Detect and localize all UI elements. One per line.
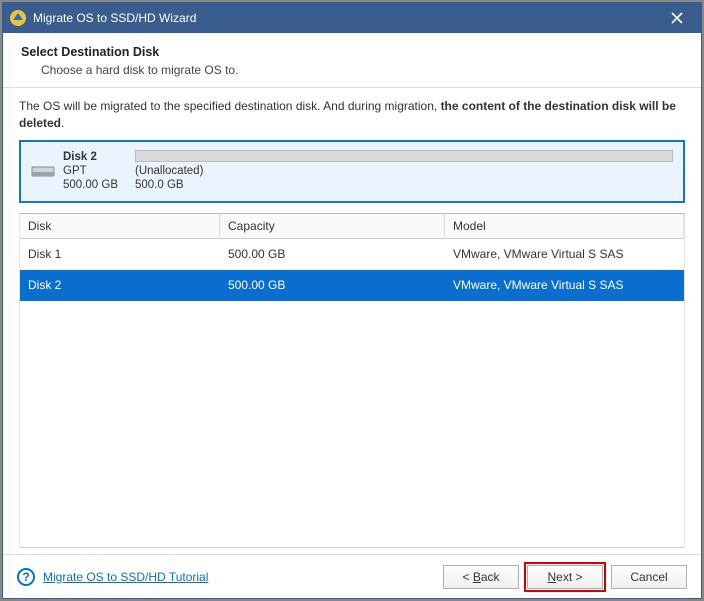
warning-post: . <box>61 116 64 130</box>
selected-disk-preview: Disk 2 GPT 500.00 GB (Unallocated) 500.0… <box>19 140 685 203</box>
table-header: Disk Capacity Model <box>20 214 684 239</box>
col-header-model[interactable]: Model <box>445 214 684 238</box>
cell-model: VMware, VMware Virtual S SAS <box>445 270 684 300</box>
table-row[interactable]: Disk 1500.00 GBVMware, VMware Virtual S … <box>20 239 684 270</box>
allocation-bar <box>135 150 673 162</box>
allocation-label: (Unallocated) 500.0 GB <box>135 165 673 193</box>
wizard-window: Migrate OS to SSD/HD Wizard Select Desti… <box>2 2 702 599</box>
cell-disk: Disk 1 <box>20 239 220 269</box>
cell-model: VMware, VMware Virtual S SAS <box>445 239 684 269</box>
cancel-button[interactable]: Cancel <box>611 565 687 589</box>
titlebar: Migrate OS to SSD/HD Wizard <box>3 3 701 33</box>
disk-table: Disk Capacity Model Disk 1500.00 GBVMwar… <box>19 213 685 548</box>
window-title: Migrate OS to SSD/HD Wizard <box>33 11 657 25</box>
disk-icon <box>31 164 55 178</box>
warning-pre: The OS will be migrated to the specified… <box>19 99 441 113</box>
page-subtitle: Choose a hard disk to migrate OS to. <box>41 63 683 77</box>
disk-info-text: Disk 2 GPT 500.00 GB <box>63 150 118 193</box>
preview-disk-name: Disk 2 <box>63 150 118 164</box>
preview-disk-scheme: GPT <box>63 164 118 178</box>
col-header-disk[interactable]: Disk <box>20 214 220 238</box>
close-icon <box>671 12 683 24</box>
page-title: Select Destination Disk <box>21 45 683 59</box>
disk-map: (Unallocated) 500.0 GB <box>131 142 683 201</box>
tutorial-link[interactable]: Migrate OS to SSD/HD Tutorial <box>43 570 208 584</box>
table-body: Disk 1500.00 GBVMware, VMware Virtual S … <box>20 239 684 548</box>
preview-disk-size: 500.00 GB <box>63 178 118 192</box>
footer: ? Migrate OS to SSD/HD Tutorial < Back N… <box>3 554 701 598</box>
col-header-capacity[interactable]: Capacity <box>220 214 445 238</box>
cell-disk: Disk 2 <box>20 270 220 300</box>
wizard-body: The OS will be migrated to the specified… <box>3 88 701 554</box>
disk-info: Disk 2 GPT 500.00 GB <box>21 142 131 201</box>
app-icon <box>9 9 27 27</box>
close-button[interactable] <box>657 4 697 32</box>
back-button[interactable]: < Back <box>443 565 519 589</box>
warning-text: The OS will be migrated to the specified… <box>19 98 685 132</box>
cell-capacity: 500.00 GB <box>220 270 445 300</box>
help-area: ? Migrate OS to SSD/HD Tutorial <box>17 568 208 586</box>
help-icon[interactable]: ? <box>17 568 35 586</box>
cell-capacity: 500.00 GB <box>220 239 445 269</box>
table-row[interactable]: Disk 2500.00 GBVMware, VMware Virtual S … <box>20 270 684 301</box>
page-header: Select Destination Disk Choose a hard di… <box>3 33 701 88</box>
next-button[interactable]: Next > <box>527 565 603 589</box>
content-area: Select Destination Disk Choose a hard di… <box>3 33 701 598</box>
